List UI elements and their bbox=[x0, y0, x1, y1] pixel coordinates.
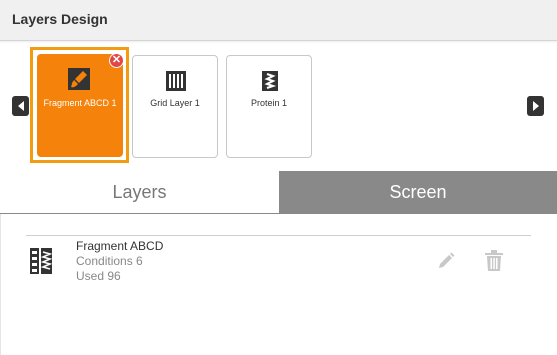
trash-icon[interactable] bbox=[484, 250, 504, 272]
item-conditions: Conditions 6 bbox=[76, 254, 143, 268]
remove-card-button[interactable]: ✕ bbox=[109, 53, 124, 68]
tab-screen[interactable]: Screen bbox=[279, 171, 557, 214]
carousel-prev-button[interactable] bbox=[12, 96, 29, 116]
pencil-icon[interactable] bbox=[436, 251, 456, 271]
brush-icon bbox=[68, 68, 90, 90]
fragment-icon bbox=[30, 248, 52, 274]
carousel-next-button[interactable] bbox=[527, 96, 544, 116]
page-title: Layers Design bbox=[12, 11, 108, 27]
tab-layers[interactable]: Layers bbox=[0, 171, 279, 214]
list-divider bbox=[26, 235, 531, 236]
card-label: Fragment ABCD 1 bbox=[43, 98, 117, 108]
item-title: Fragment ABCD bbox=[76, 239, 164, 253]
tab-underline bbox=[0, 213, 557, 214]
item-used: Used 96 bbox=[76, 269, 121, 283]
card-label: Protein 1 bbox=[250, 98, 288, 108]
card-label: Grid Layer 1 bbox=[150, 98, 200, 108]
caret-left-icon bbox=[17, 101, 24, 111]
protein-icon bbox=[262, 71, 278, 91]
grid-icon bbox=[166, 71, 186, 91]
layer-card-protein-1[interactable]: Protein 1 bbox=[226, 55, 312, 158]
header-bar: Layers Design bbox=[0, 0, 557, 41]
layer-card-grid-layer-1[interactable]: Grid Layer 1 bbox=[132, 55, 218, 158]
caret-right-icon bbox=[532, 101, 539, 111]
layer-card-fragment-abcd-1[interactable]: Fragment ABCD 1 bbox=[37, 54, 123, 157]
panel-left-border bbox=[0, 214, 1, 355]
